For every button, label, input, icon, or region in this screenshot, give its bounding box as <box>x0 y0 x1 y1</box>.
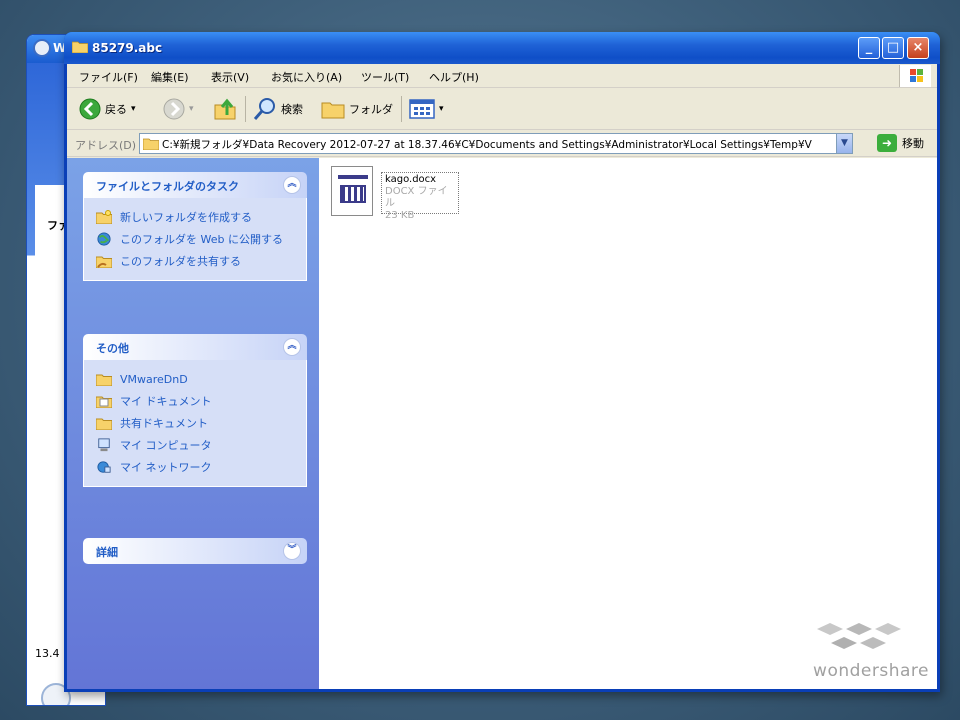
folder-icon <box>72 41 88 53</box>
background-window-status: 13.4 <box>35 647 60 660</box>
details-title: 詳細 <box>96 546 118 559</box>
go-arrow-icon: ➜ <box>877 134 897 152</box>
back-label: 戻る <box>105 103 127 116</box>
new-folder-icon <box>96 210 112 224</box>
place-my-computer[interactable]: マイ コンピュータ <box>96 434 306 456</box>
other-places-body: VMwareDnD マイ ドキュメント 共有ドキュメント マイ コンピュータ マ… <box>83 360 307 487</box>
go-button[interactable]: ➜ 移動 <box>877 134 924 152</box>
expand-icon[interactable]: ︾ <box>283 542 301 560</box>
task-publish-web[interactable]: このフォルダを Web に公開する <box>96 228 306 250</box>
up-folder-button[interactable] <box>213 96 237 122</box>
file-name: kago.docx <box>385 174 437 185</box>
go-label: 移動 <box>902 137 924 150</box>
shared-documents-icon <box>96 418 112 430</box>
collapse-icon[interactable]: ︽ <box>283 338 301 356</box>
explorer-window: 85279.abc _ □ × ファイル(F) 編集(E) 表示(V) お気に入… <box>64 32 940 692</box>
folders-icon <box>321 102 345 119</box>
toolbar-separator <box>245 96 246 122</box>
folders-button[interactable]: フォルダ <box>321 96 393 122</box>
share-folder-icon <box>96 256 112 268</box>
my-documents-icon <box>96 396 112 408</box>
window-frame: ファイル(F) 編集(E) 表示(V) お気に入り(A) ツール(T) ヘルプ(… <box>67 64 937 689</box>
task-share-folder[interactable]: このフォルダを共有する <box>96 250 306 272</box>
place-shared-documents[interactable]: 共有ドキュメント <box>96 412 306 434</box>
up-folder-icon <box>214 98 236 120</box>
task-share-folder-label: このフォルダを共有する <box>120 255 241 268</box>
place-my-network-label: マイ ネットワーク <box>120 461 212 474</box>
other-places-panel: その他 ︽ VMwareDnD マイ ドキュメント 共有ドキュメント マイ コン… <box>83 334 307 487</box>
back-dropdown-icon[interactable]: ▾ <box>131 104 136 114</box>
file-folder-tasks-body: 新しいフォルダを作成する このフォルダを Web に公開する このフォルダを共有… <box>83 198 307 281</box>
file-list: kago.docx DOCX ファイル 23 KB wondershare <box>319 158 937 689</box>
collapse-icon[interactable]: ︽ <box>283 176 301 194</box>
watermark-text: wondershare <box>813 661 929 681</box>
menu-bar: ファイル(F) 編集(E) 表示(V) お気に入り(A) ツール(T) ヘルプ(… <box>67 64 937 88</box>
back-button[interactable]: 戻る ▾ <box>79 96 136 122</box>
search-icon <box>253 98 275 120</box>
views-dropdown-icon[interactable]: ▾ <box>439 104 444 114</box>
other-places-title: その他 <box>96 342 129 355</box>
wondershare-watermark: wondershare <box>789 621 929 681</box>
address-dropdown-icon[interactable]: ▼ <box>836 134 852 153</box>
wondershare-logo-icon <box>817 623 901 649</box>
menu-favorites[interactable]: お気に入り(A) <box>271 69 342 85</box>
forward-button[interactable]: ▾ <box>163 96 194 122</box>
title-bar[interactable]: 85279.abc _ □ × <box>64 32 940 64</box>
details-header[interactable]: 詳細 ︾ <box>83 538 307 564</box>
place-my-network[interactable]: マイ ネットワーク <box>96 456 306 478</box>
menu-help[interactable]: ヘルプ(H) <box>429 69 479 85</box>
menu-file[interactable]: ファイル(F) <box>79 69 138 85</box>
file-folder-tasks-panel: ファイルとフォルダのタスク ︽ 新しいフォルダを作成する このフォルダを Web… <box>83 172 307 281</box>
address-label: アドレス(D) <box>75 139 137 152</box>
place-vmwarednd-label: VMwareDnD <box>120 372 188 386</box>
task-new-folder[interactable]: 新しいフォルダを作成する <box>96 206 306 228</box>
details-panel: 詳細 ︾ <box>83 538 307 564</box>
docx-file-icon <box>331 166 373 216</box>
my-network-icon <box>97 461 111 473</box>
search-label: 検索 <box>281 103 303 116</box>
toolbar-separator <box>401 96 402 122</box>
folders-label: フォルダ <box>349 103 393 116</box>
minimize-button[interactable]: _ <box>858 37 880 59</box>
menu-edit[interactable]: 編集(E) <box>151 69 189 85</box>
views-icon <box>409 99 435 119</box>
place-my-computer-label: マイ コンピュータ <box>120 439 212 452</box>
file-size: 23 KB <box>385 210 415 221</box>
place-shared-documents-label: 共有ドキュメント <box>120 417 208 430</box>
address-bar: アドレス(D) C:¥新規フォルダ¥Data Recovery 2012-07-… <box>67 131 937 157</box>
back-arrow-icon <box>79 98 101 120</box>
search-button[interactable]: 検索 <box>253 96 303 122</box>
other-places-header[interactable]: その他 ︽ <box>83 334 307 360</box>
file-folder-tasks-title: ファイルとフォルダのタスク <box>96 180 239 193</box>
internet-explorer-icon <box>33 39 51 57</box>
close-button[interactable]: × <box>907 37 929 59</box>
menu-view[interactable]: 表示(V) <box>211 69 249 85</box>
window-title: 85279.abc <box>92 41 163 55</box>
place-vmwarednd[interactable]: VMwareDnD <box>96 368 306 390</box>
file-label: kago.docx DOCX ファイル 23 KB <box>381 172 459 221</box>
content-area: ファイルとフォルダのタスク ︽ 新しいフォルダを作成する このフォルダを Web… <box>67 158 937 689</box>
views-button[interactable]: ▾ <box>409 96 444 122</box>
forward-arrow-icon <box>163 98 185 120</box>
address-input[interactable]: C:¥新規フォルダ¥Data Recovery 2012-07-27 at 18… <box>139 133 853 154</box>
my-computer-icon <box>98 438 110 452</box>
toolbar: 戻る ▾ ▾ 検索 フォルダ ▾ <box>67 88 937 130</box>
file-item[interactable]: kago.docx DOCX ファイル 23 KB <box>331 166 459 221</box>
place-my-documents[interactable]: マイ ドキュメント <box>96 390 306 412</box>
file-folder-tasks-header[interactable]: ファイルとフォルダのタスク ︽ <box>83 172 307 198</box>
maximize-button[interactable]: □ <box>882 37 904 59</box>
web-publish-icon <box>97 232 111 246</box>
task-publish-web-label: このフォルダを Web に公開する <box>120 233 283 246</box>
folder-icon <box>143 138 159 150</box>
file-type: DOCX ファイル <box>385 186 448 209</box>
address-path: C:¥新規フォルダ¥Data Recovery 2012-07-27 at 18… <box>162 139 812 151</box>
forward-dropdown-icon[interactable]: ▾ <box>189 104 194 114</box>
windows-flag-icon <box>899 65 931 87</box>
folder-icon <box>96 374 112 386</box>
menu-tools[interactable]: ツール(T) <box>361 69 409 85</box>
place-my-documents-label: マイ ドキュメント <box>120 395 212 408</box>
task-new-folder-label: 新しいフォルダを作成する <box>120 211 252 224</box>
task-pane: ファイルとフォルダのタスク ︽ 新しいフォルダを作成する このフォルダを Web… <box>67 158 319 689</box>
